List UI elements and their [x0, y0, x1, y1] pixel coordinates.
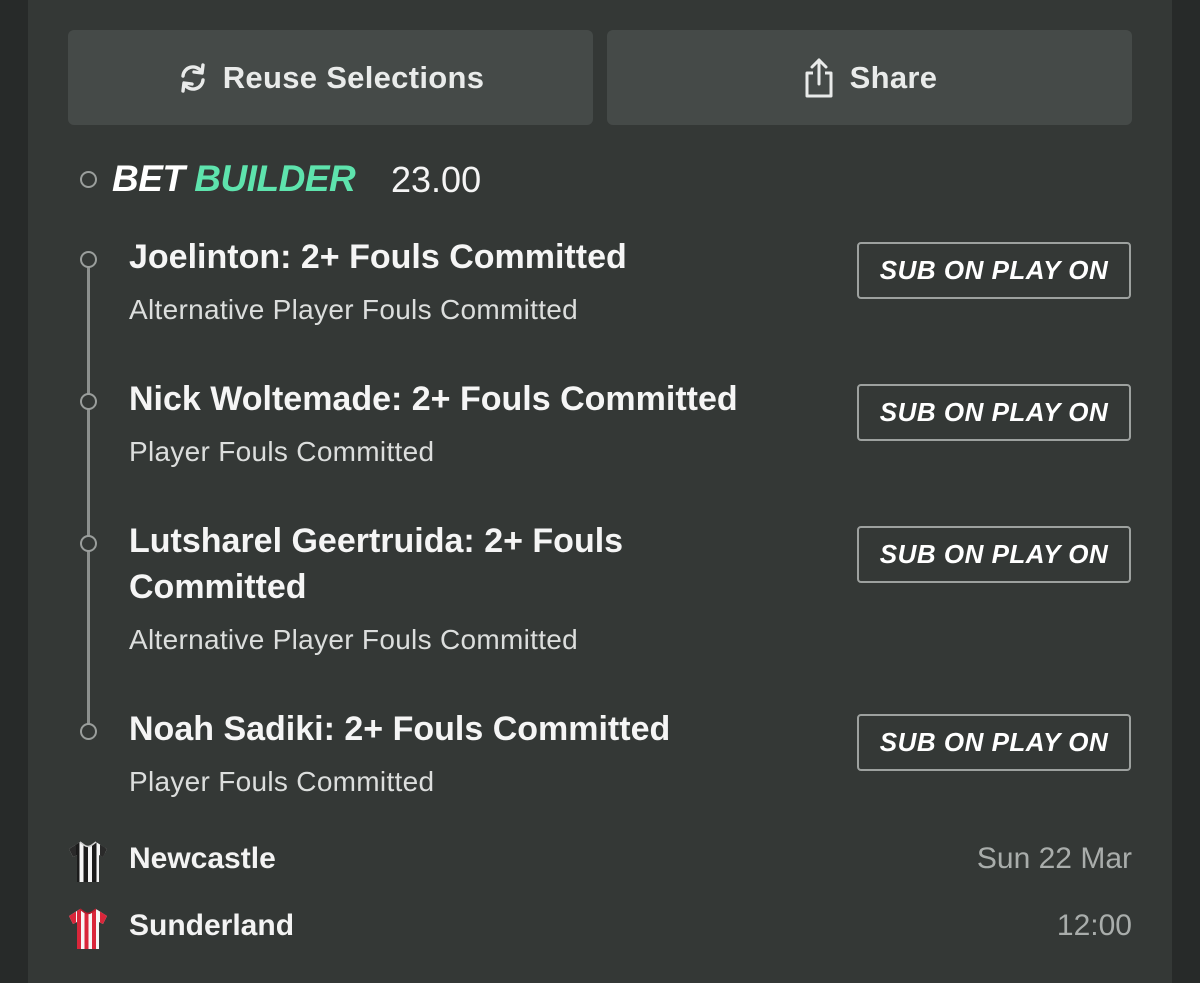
leg-title: Noah Sadiki: 2+ Fouls Committed — [129, 710, 671, 748]
leg-market: Alternative Player Fouls Committed — [129, 294, 579, 325]
away-team-name: Sunderland — [129, 909, 295, 942]
bet-builder-odds: 23.00 — [391, 159, 482, 200]
share-icon — [802, 57, 836, 99]
leg-market: Alternative Player Fouls Committed — [129, 624, 579, 655]
sub-on-play-on-badge[interactable]: SUB ON PLAY ON — [857, 526, 1131, 583]
leg-market: Player Fouls Committed — [129, 766, 435, 797]
bet-builder-logo: BET BUILDER — [112, 158, 356, 200]
match-time: 12:00 — [1056, 909, 1132, 942]
bet-card: Reuse Selections Share BET BUILDER 23.00… — [28, 0, 1172, 983]
leg-title: Lutsharel Geertruida: 2+ Fouls Committed — [129, 522, 624, 606]
sub-on-play-on-badge[interactable]: SUB ON PLAY ON — [857, 384, 1131, 441]
leg-title: Joelinton: 2+ Fouls Committed — [129, 238, 627, 276]
away-team-row: Sunderland 12:00 — [68, 907, 1132, 951]
refresh-icon — [177, 61, 209, 95]
sunderland-shirt-icon — [68, 907, 108, 956]
timeline-node — [80, 171, 97, 188]
home-team-name: Newcastle — [129, 842, 276, 875]
bet-builder-header: BET BUILDER 23.00 — [28, 152, 1172, 208]
bet-builder-word-builder: BUILDER — [194, 158, 356, 199]
timeline-node — [80, 535, 97, 552]
reuse-selections-label: Reuse Selections — [222, 59, 485, 95]
sub-on-play-on-badge[interactable]: SUB ON PLAY ON — [857, 242, 1131, 299]
match-date: Sun 22 Mar — [976, 842, 1132, 875]
bet-builder-word-bet: BET — [112, 158, 185, 199]
leg-market: Player Fouls Committed — [129, 436, 435, 467]
timeline-node — [80, 393, 97, 410]
sub-on-play-on-badge[interactable]: SUB ON PLAY ON — [857, 714, 1131, 771]
timeline-line — [87, 262, 90, 732]
share-label: Share — [849, 59, 938, 95]
timeline-node — [80, 723, 97, 740]
leg-title: Nick Woltemade: 2+ Fouls Committed — [129, 380, 738, 418]
home-team-row: Newcastle Sun 22 Mar — [68, 840, 1132, 884]
timeline-node — [80, 251, 97, 268]
share-button[interactable]: Share — [607, 30, 1132, 125]
reuse-selections-button[interactable]: Reuse Selections — [68, 30, 593, 125]
newcastle-shirt-icon — [68, 840, 108, 889]
